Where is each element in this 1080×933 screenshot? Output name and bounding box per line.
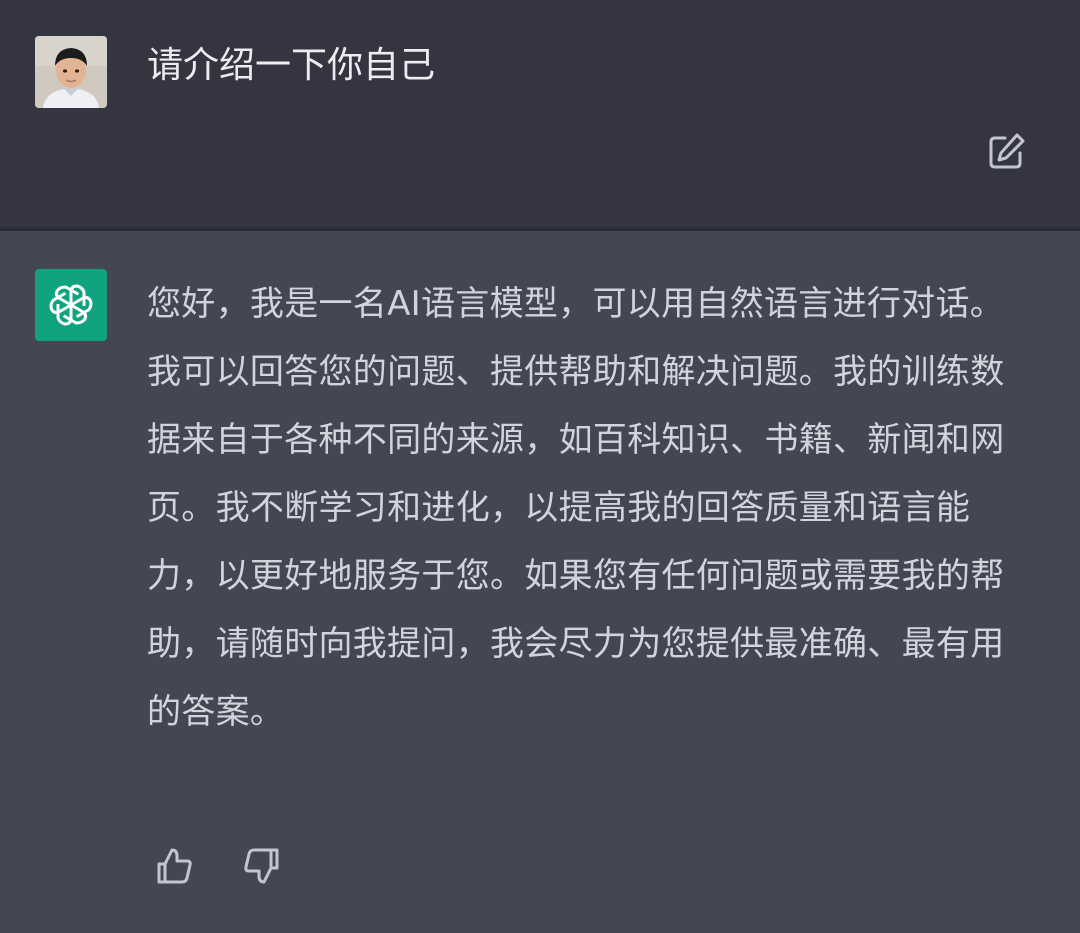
thumbs-down-button[interactable] — [239, 844, 283, 888]
assistant-message-text: 您好，我是一名AI语言模型，可以用自然语言进行对话。我可以回答您的问题、提供帮助… — [147, 284, 1005, 732]
edit-button[interactable] — [984, 130, 1028, 174]
assistant-avatar — [35, 269, 107, 341]
user-message-text: 请介绍一下你自己 — [147, 45, 436, 86]
user-avatar-photo — [35, 36, 107, 108]
edit-icon — [989, 133, 1025, 169]
thumbs-up-icon — [157, 848, 192, 884]
user-message-row: 请介绍一下你自己 — [0, 0, 1080, 228]
user-avatar — [35, 36, 107, 108]
thumbs-up-button[interactable] — [153, 844, 197, 888]
thumbs-down-icon — [244, 848, 279, 884]
openai-logo-icon — [49, 284, 93, 326]
